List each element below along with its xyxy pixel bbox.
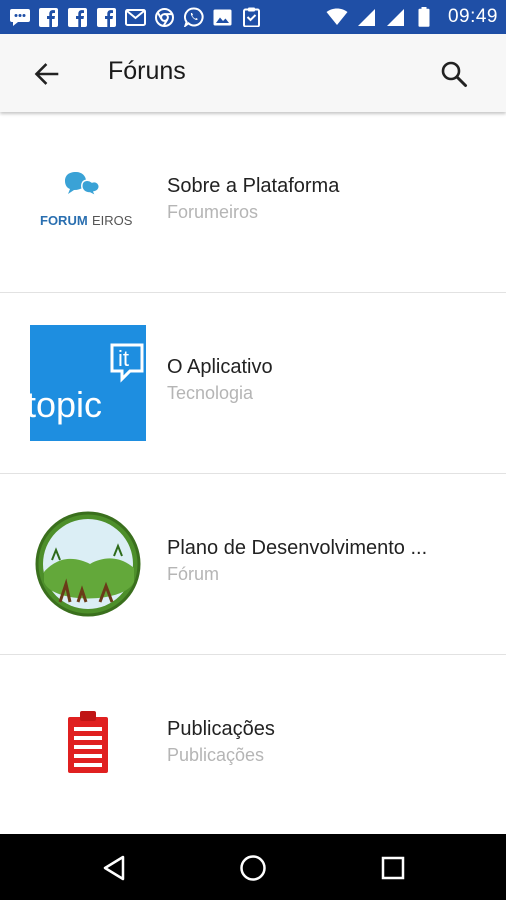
green-circle-logo <box>30 506 146 622</box>
facebook-icon <box>66 7 89 27</box>
nav-recents-button[interactable] <box>375 850 411 886</box>
forum-subtitle: Fórum <box>167 564 220 584</box>
forum-item-plano-de-desenvolvimento[interactable]: Plano de Desenvolvimento ... Fórum <box>0 474 506 655</box>
notification-icons <box>8 7 263 27</box>
forum-item-publicacoes[interactable]: Publicações Publicações <box>0 655 506 836</box>
forum-item-sobre-a-plataforma[interactable]: FORUM EIROS Sobre a Plataforma Forumeiro… <box>0 112 506 293</box>
clipboard-logo <box>30 687 146 803</box>
nav-home-icon <box>240 855 266 881</box>
facebook-icon <box>37 7 60 27</box>
gmail-icon <box>124 7 147 27</box>
status-bar: 09:49 <box>0 0 506 34</box>
search-icon <box>441 61 467 87</box>
nav-back-button[interactable] <box>96 850 132 886</box>
signal-icon <box>384 7 407 27</box>
forum-item-o-aplicativo[interactable]: it topic O Aplicativo Tecnologia <box>0 293 506 474</box>
battery-icon <box>413 7 436 27</box>
signal-icon <box>355 7 378 27</box>
chrome-icon <box>153 7 176 27</box>
logo-text-forum: FORUM <box>40 213 88 228</box>
image-icon <box>211 7 234 27</box>
forum-subtitle: Tecnologia <box>167 383 254 403</box>
forum-list: FORUM EIROS Sobre a Plataforma Forumeiro… <box>0 112 506 836</box>
nav-home-button[interactable] <box>235 850 271 886</box>
facebook-icon <box>95 7 118 27</box>
wifi-icon <box>326 7 349 27</box>
topic-it-logo: it topic <box>30 325 146 441</box>
forum-title: Publicações <box>167 718 275 740</box>
back-button[interactable] <box>28 56 64 92</box>
logo-text-topic: topic <box>30 384 102 425</box>
clock: 09:49 <box>447 6 498 27</box>
forum-title: O Aplicativo <box>167 356 273 378</box>
nav-back-icon <box>103 855 125 881</box>
forum-title: Sobre a Plataforma <box>167 175 340 197</box>
page-title: Fóruns <box>108 57 186 85</box>
logo-text-it: it <box>118 346 129 371</box>
system-icons: 09:49 <box>326 6 498 28</box>
forum-subtitle: Publicações <box>167 745 265 765</box>
navigation-bar <box>0 834 506 900</box>
logo-text-eiros: EIROS <box>92 213 133 228</box>
forum-subtitle: Forumeiros <box>167 202 259 222</box>
forumeiros-logo: FORUM EIROS <box>30 144 146 260</box>
nav-recents-icon <box>381 856 405 880</box>
arrow-back-icon <box>34 63 59 85</box>
whatsapp-icon <box>182 7 205 27</box>
clipboard-icon <box>240 7 263 27</box>
message-icon <box>8 7 31 27</box>
search-button[interactable] <box>434 56 474 92</box>
forum-title: Plano de Desenvolvimento ... <box>167 537 428 559</box>
app-bar: Fóruns <box>0 34 506 112</box>
